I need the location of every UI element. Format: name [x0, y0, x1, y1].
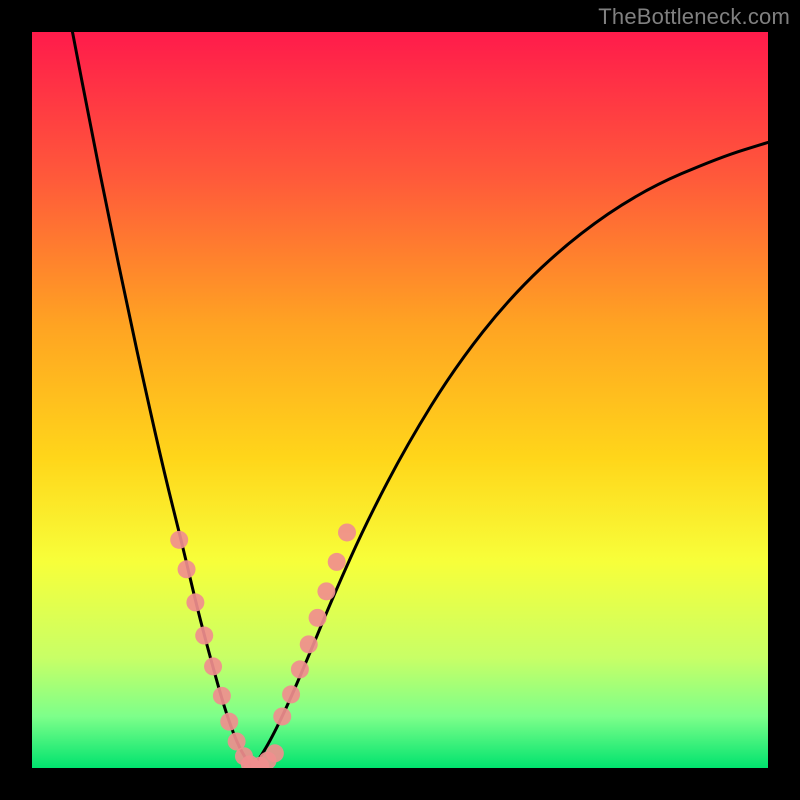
marker-dot [170, 531, 188, 549]
chart-svg [32, 32, 768, 768]
marker-dot [282, 685, 300, 703]
marker-dot [213, 687, 231, 705]
marker-dot [317, 582, 335, 600]
marker-dot [273, 707, 291, 725]
marker-dot [204, 657, 222, 675]
marker-dot [309, 609, 327, 627]
marker-dot [195, 627, 213, 645]
marker-dot [220, 713, 238, 731]
marker-dot [266, 744, 284, 762]
watermark-label: TheBottleneck.com [598, 4, 790, 30]
marker-dot [338, 523, 356, 541]
gradient-background [32, 32, 768, 768]
marker-dot [178, 560, 196, 578]
chart-frame: TheBottleneck.com [0, 0, 800, 800]
marker-dot [328, 553, 346, 571]
marker-dot [300, 635, 318, 653]
marker-dot [291, 660, 309, 678]
plot-area [32, 32, 768, 768]
marker-dot [186, 593, 204, 611]
